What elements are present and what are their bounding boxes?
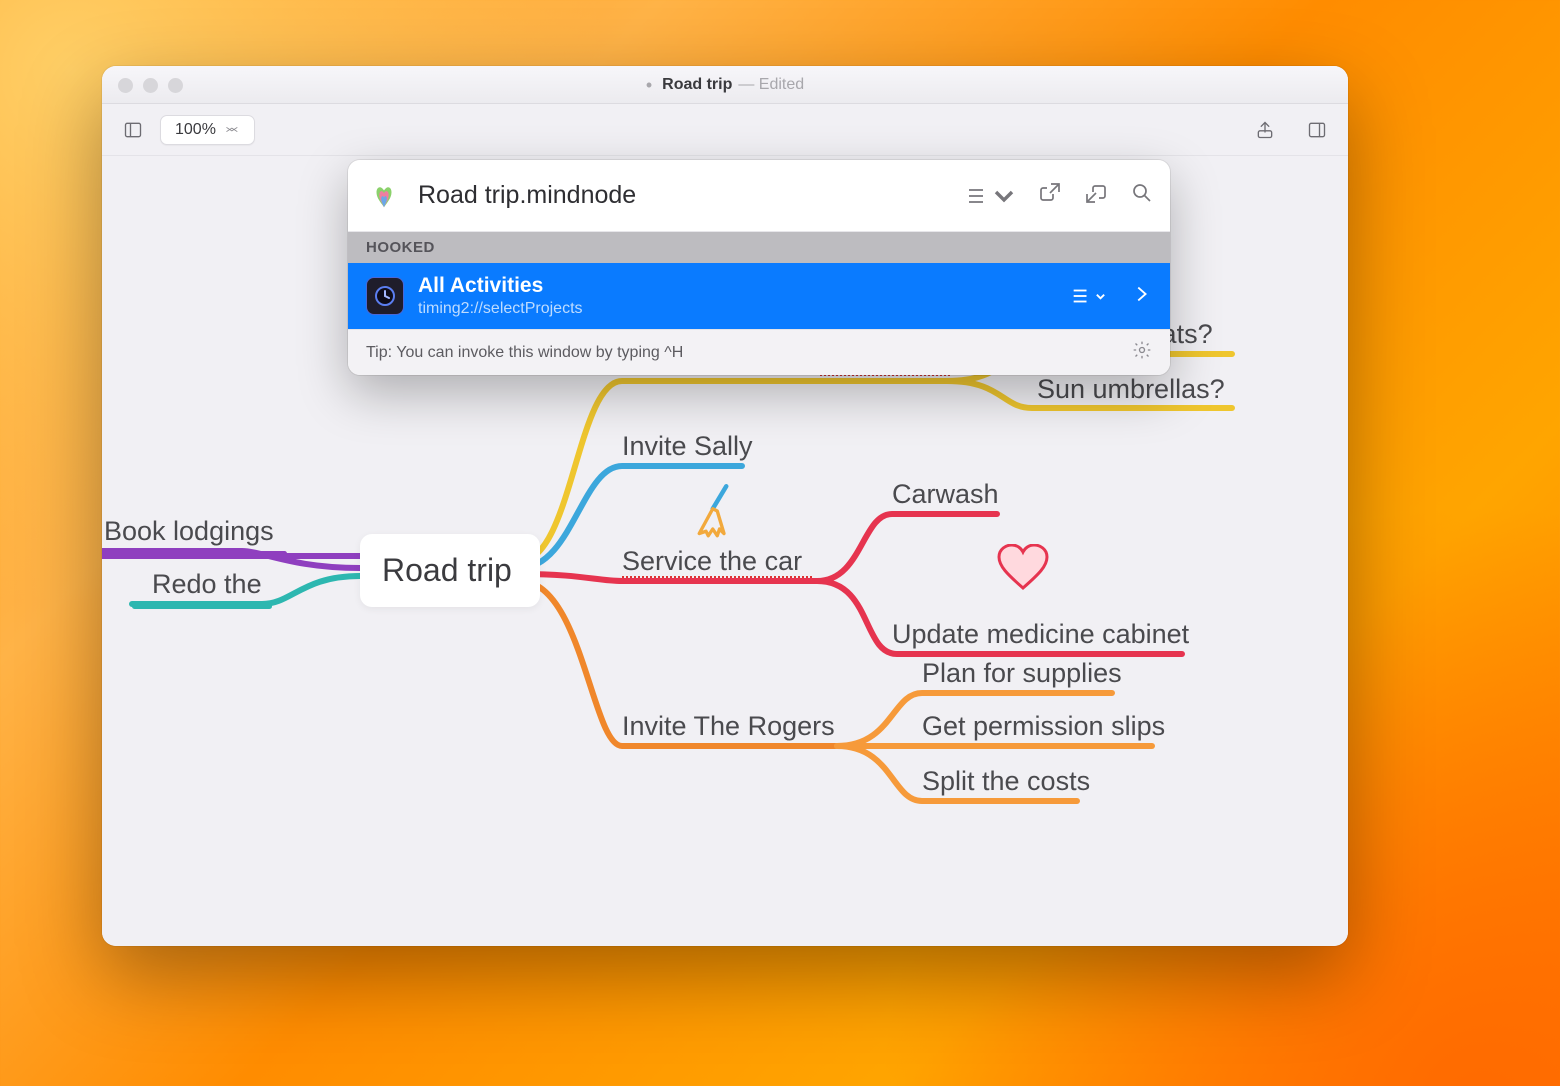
popup-list-menu-button[interactable] [965, 184, 1016, 208]
popup-row-subtitle: timing2://selectProjects [418, 299, 1056, 319]
popup-row-title: All Activities [418, 273, 1056, 299]
popup-tip-text: Tip: You can invoke this window by typin… [366, 344, 683, 362]
spellcheck-underline [622, 576, 812, 578]
zoom-value: 100% [175, 121, 216, 139]
node-book-lodgings[interactable]: Book lodgings [104, 516, 274, 547]
heart-icon [997, 544, 1049, 592]
mindnode-app-icon [364, 176, 404, 216]
traffic-minimize[interactable] [143, 78, 158, 93]
broom-icon [692, 484, 738, 538]
app-window: • Road trip — Edited 100% ︿﹀ [102, 66, 1348, 946]
node-medicine[interactable]: Update medicine cabinet [892, 619, 1189, 650]
traffic-close[interactable] [118, 78, 133, 93]
window-title: Road trip [662, 76, 732, 94]
node-split-costs[interactable]: Split the costs [922, 766, 1090, 797]
popup-search-button[interactable] [1130, 181, 1154, 210]
sidebar-toggle-button[interactable] [116, 115, 150, 145]
toolbar: 100% ︿﹀ [102, 104, 1348, 156]
zoom-select[interactable]: 100% ︿﹀ [160, 115, 255, 145]
popup-row-all-activities[interactable]: All Activities timing2://selectProjects [348, 263, 1170, 329]
popup-section-label: HOOKED [348, 232, 1170, 263]
window-edited-label: — Edited [738, 76, 804, 94]
node-redo-the[interactable]: Redo the [152, 569, 262, 600]
popup-title: Road trip.mindnode [418, 181, 951, 210]
node-service-car[interactable]: Service the car [622, 546, 802, 577]
chevron-updown-icon: ︿﹀ [226, 124, 238, 136]
hook-popup: Road trip.mindnode [348, 160, 1170, 375]
popup-link-out-button[interactable] [1038, 181, 1062, 210]
node-invite-sally[interactable]: Invite Sally [622, 431, 753, 462]
share-button[interactable] [1248, 115, 1282, 145]
node-permission-slips[interactable]: Get permission slips [922, 711, 1165, 742]
node-invite-rogers[interactable]: Invite The Rogers [622, 711, 835, 742]
panel-toggle-button[interactable] [1300, 115, 1334, 145]
traffic-lights[interactable] [118, 78, 183, 93]
node-carwash[interactable]: Carwash [892, 479, 999, 510]
popup-row-menu-button[interactable] [1070, 285, 1106, 307]
underline [102, 551, 287, 556]
popup-link-in-button[interactable] [1084, 181, 1108, 210]
timing-app-icon [366, 277, 404, 315]
mindmap-canvas[interactable]: Book lodgings Redo the Road trip Check w… [102, 156, 1348, 946]
titlebar: • Road trip — Edited [102, 66, 1348, 104]
popup-header: Road trip.mindnode [348, 160, 1170, 232]
popup-row-open-button[interactable] [1130, 283, 1152, 310]
node-root[interactable]: Road trip [360, 534, 540, 607]
node-umbrellas[interactable]: Sun umbrellas? [1037, 374, 1225, 405]
gear-icon[interactable] [1132, 340, 1152, 365]
underline [132, 604, 272, 609]
traffic-zoom[interactable] [168, 78, 183, 93]
node-plan-supplies[interactable]: Plan for supplies [922, 658, 1122, 689]
popup-tip-bar: Tip: You can invoke this window by typin… [348, 329, 1170, 375]
